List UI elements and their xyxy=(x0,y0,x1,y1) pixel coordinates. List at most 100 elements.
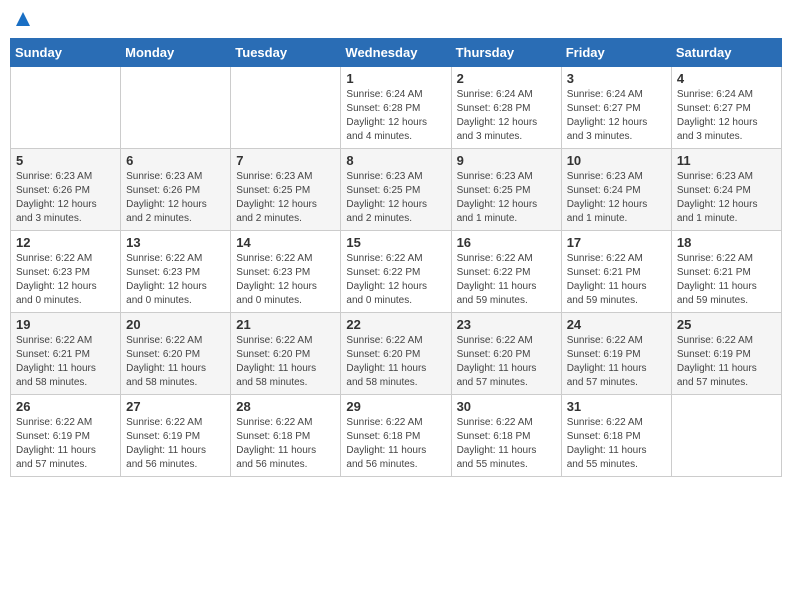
day-number: 14 xyxy=(236,235,335,250)
calendar-cell: 1Sunrise: 6:24 AM Sunset: 6:28 PM Daylig… xyxy=(341,66,451,148)
weekday-header: Thursday xyxy=(451,38,561,66)
calendar-cell: 7Sunrise: 6:23 AM Sunset: 6:25 PM Daylig… xyxy=(231,148,341,230)
calendar-cell: 29Sunrise: 6:22 AM Sunset: 6:18 PM Dayli… xyxy=(341,394,451,476)
calendar-cell: 22 Sunrise: 6:22 AM Sunset: 6:20 PM Dayli… xyxy=(341,312,451,394)
calendar-cell: 27 Sunrise: 6:22 AM Sunset: 6:19 PM Dayli… xyxy=(121,394,231,476)
day-info: Sunrise: 6:24 AM Sunset: 6:28 PM Dayligh… xyxy=(457,88,556,144)
day-info: Sunrise: 6:22 AM Sunset: 6:18 PM Dayligh… xyxy=(457,416,556,472)
day-info: Sunrise: 6:23 AM Sunset: 6:25 PM Dayligh… xyxy=(346,170,445,226)
calendar-cell: 15 Sunrise: 6:22 AM Sunset: 6:22 PM Dayli… xyxy=(341,230,451,312)
calendar-cell: 30 Sunrise: 6:22 AM Sunset: 6:18 PM Dayli… xyxy=(451,394,561,476)
day-number: 24 xyxy=(567,317,666,332)
calendar-cell: 2 Sunrise: 6:24 AM Sunset: 6:28 PM Daylig… xyxy=(451,66,561,148)
day-info: Sunrise: 6:22 AM Sunset: 6:19 PM Dayligh… xyxy=(126,416,225,472)
calendar-cell: 6 Sunrise: 6:23 AM Sunset: 6:26 PM Daylig… xyxy=(121,148,231,230)
day-number: 29 xyxy=(346,399,445,414)
calendar-cell: 12 Sunrise: 6:22 AM Sunset: 6:23 PM Dayli… xyxy=(11,230,121,312)
calendar-cell xyxy=(11,66,121,148)
day-info: Sunrise: 6:22 AM Sunset: 6:21 PM Dayligh… xyxy=(677,252,776,308)
calendar-cell: 3 Sunrise: 6:24 AM Sunset: 6:27 PM Daylig… xyxy=(561,66,671,148)
calendar-cell: 8 Sunrise: 6:23 AM Sunset: 6:25 PM Daylig… xyxy=(341,148,451,230)
calendar-cell: 26Sunrise: 6:22 AM Sunset: 6:19 PM Dayli… xyxy=(11,394,121,476)
calendar-week-row: 12 Sunrise: 6:22 AM Sunset: 6:23 PM Dayli… xyxy=(11,230,782,312)
day-info: Sunrise: 6:22 AM Sunset: 6:20 PM Dayligh… xyxy=(126,334,225,390)
day-number: 10 xyxy=(567,153,666,168)
day-info: Sunrise: 6:22 AM Sunset: 6:19 PM Dayligh… xyxy=(567,334,666,390)
day-number: 15 xyxy=(346,235,445,250)
day-number: 21 xyxy=(236,317,335,332)
day-info: Sunrise: 6:23 AM Sunset: 6:24 PM Dayligh… xyxy=(677,170,776,226)
calendar-week-row: 26Sunrise: 6:22 AM Sunset: 6:19 PM Dayli… xyxy=(11,394,782,476)
day-info: Sunrise: 6:22 AM Sunset: 6:20 PM Dayligh… xyxy=(346,334,445,390)
weekday-header: Friday xyxy=(561,38,671,66)
calendar-cell: 4 Sunrise: 6:24 AM Sunset: 6:27 PM Daylig… xyxy=(671,66,781,148)
day-info: Sunrise: 6:22 AM Sunset: 6:23 PM Dayligh… xyxy=(236,252,335,308)
calendar-cell: 18 Sunrise: 6:22 AM Sunset: 6:21 PM Dayli… xyxy=(671,230,781,312)
day-number: 1 xyxy=(346,71,445,86)
logo xyxy=(14,10,30,30)
day-number: 18 xyxy=(677,235,776,250)
day-number: 11 xyxy=(677,153,776,168)
calendar-cell: 28 Sunrise: 6:22 AM Sunset: 6:18 PM Dayli… xyxy=(231,394,341,476)
calendar-table: SundayMondayTuesdayWednesdayThursdayFrid… xyxy=(10,38,782,477)
calendar-cell: 14 Sunrise: 6:22 AM Sunset: 6:23 PM Dayli… xyxy=(231,230,341,312)
day-number: 4 xyxy=(677,71,776,86)
day-info: Sunrise: 6:24 AM Sunset: 6:27 PM Dayligh… xyxy=(567,88,666,144)
day-number: 19 xyxy=(16,317,115,332)
day-number: 9 xyxy=(457,153,556,168)
day-info: Sunrise: 6:22 AM Sunset: 6:22 PM Dayligh… xyxy=(457,252,556,308)
weekday-header: Monday xyxy=(121,38,231,66)
day-info: Sunrise: 6:22 AM Sunset: 6:23 PM Dayligh… xyxy=(16,252,115,308)
calendar-cell xyxy=(671,394,781,476)
day-info: Sunrise: 6:22 AM Sunset: 6:18 PM Dayligh… xyxy=(236,416,335,472)
day-number: 2 xyxy=(457,71,556,86)
page-header xyxy=(10,10,782,30)
day-info: Sunrise: 6:22 AM Sunset: 6:21 PM Dayligh… xyxy=(567,252,666,308)
day-number: 27 xyxy=(126,399,225,414)
calendar-cell xyxy=(231,66,341,148)
weekday-header: Saturday xyxy=(671,38,781,66)
calendar-cell: 9Sunrise: 6:23 AM Sunset: 6:25 PM Daylig… xyxy=(451,148,561,230)
day-number: 3 xyxy=(567,71,666,86)
day-number: 25 xyxy=(677,317,776,332)
day-number: 28 xyxy=(236,399,335,414)
day-info: Sunrise: 6:22 AM Sunset: 6:23 PM Dayligh… xyxy=(126,252,225,308)
day-number: 7 xyxy=(236,153,335,168)
calendar-cell: 31 Sunrise: 6:22 AM Sunset: 6:18 PM Dayli… xyxy=(561,394,671,476)
day-info: Sunrise: 6:23 AM Sunset: 6:24 PM Dayligh… xyxy=(567,170,666,226)
weekday-header: Tuesday xyxy=(231,38,341,66)
day-info: Sunrise: 6:22 AM Sunset: 6:18 PM Dayligh… xyxy=(567,416,666,472)
calendar-week-row: 19 Sunrise: 6:22 AM Sunset: 6:21 PM Dayli… xyxy=(11,312,782,394)
day-info: Sunrise: 6:22 AM Sunset: 6:22 PM Dayligh… xyxy=(346,252,445,308)
calendar-cell: 5 Sunrise: 6:23 AM Sunset: 6:26 PM Daylig… xyxy=(11,148,121,230)
calendar-cell: 10 Sunrise: 6:23 AM Sunset: 6:24 PM Dayli… xyxy=(561,148,671,230)
day-number: 30 xyxy=(457,399,556,414)
calendar-cell: 11 Sunrise: 6:23 AM Sunset: 6:24 PM Dayli… xyxy=(671,148,781,230)
day-number: 6 xyxy=(126,153,225,168)
day-info: Sunrise: 6:23 AM Sunset: 6:26 PM Dayligh… xyxy=(126,170,225,226)
day-number: 5 xyxy=(16,153,115,168)
day-number: 8 xyxy=(346,153,445,168)
calendar-cell: 21 Sunrise: 6:22 AM Sunset: 6:20 PM Dayli… xyxy=(231,312,341,394)
calendar-cell: 24 Sunrise: 6:22 AM Sunset: 6:19 PM Dayli… xyxy=(561,312,671,394)
weekday-header: Sunday xyxy=(11,38,121,66)
day-number: 12 xyxy=(16,235,115,250)
day-number: 13 xyxy=(126,235,225,250)
day-info: Sunrise: 6:24 AM Sunset: 6:27 PM Dayligh… xyxy=(677,88,776,144)
day-number: 23 xyxy=(457,317,556,332)
calendar-week-row: 1 Sunrise: 6:24 AM Sunset: 6:28 PM Daylig… xyxy=(11,66,782,148)
calendar-cell: 13 Sunrise: 6:22 AM Sunset: 6:23 PM Dayli… xyxy=(121,230,231,312)
day-number: 20 xyxy=(126,317,225,332)
calendar-week-row: 5 Sunrise: 6:23 AM Sunset: 6:26 PM Daylig… xyxy=(11,148,782,230)
calendar-cell: 16 Sunrise: 6:22 AM Sunset: 6:22 PM Dayli… xyxy=(451,230,561,312)
calendar-cell: 19 Sunrise: 6:22 AM Sunset: 6:21 PM Dayli… xyxy=(11,312,121,394)
day-info: Sunrise: 6:22 AM Sunset: 6:20 PM Dayligh… xyxy=(236,334,335,390)
day-info: Sunrise: 6:22 AM Sunset: 6:19 PM Dayligh… xyxy=(677,334,776,390)
day-number: 31 xyxy=(567,399,666,414)
calendar-header-row: SundayMondayTuesdayWednesdayThursdayFrid… xyxy=(11,38,782,66)
day-number: 16 xyxy=(457,235,556,250)
day-number: 22 xyxy=(346,317,445,332)
calendar-cell: 23Sunrise: 6:22 AM Sunset: 6:20 PM Dayli… xyxy=(451,312,561,394)
day-info: Sunrise: 6:23 AM Sunset: 6:26 PM Dayligh… xyxy=(16,170,115,226)
day-info: Sunrise: 6:22 AM Sunset: 6:21 PM Dayligh… xyxy=(16,334,115,390)
